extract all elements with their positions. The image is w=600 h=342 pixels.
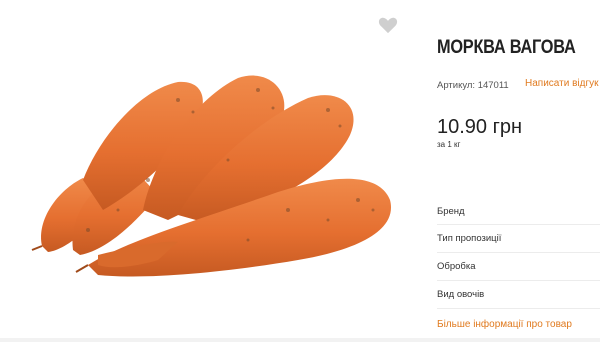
product-info-panel: МОРКВА ВАГОВА Артикул: 147011 Написати в… (437, 0, 600, 342)
product-image-area (0, 0, 410, 342)
write-review-link[interactable]: Написати відгук (525, 78, 598, 89)
heart-icon[interactable] (378, 16, 398, 34)
spec-row-vegetable-kind[interactable]: Вид овочів (437, 281, 600, 309)
price-unit: за 1 кг (437, 140, 461, 149)
spec-row-brand[interactable]: Бренд (437, 197, 600, 225)
more-info-link[interactable]: Більше інформації про товар (437, 319, 572, 330)
product-title: МОРКВА ВАГОВА (437, 37, 576, 58)
spec-row-processing[interactable]: Обробка (437, 253, 600, 281)
spec-row-offer-type[interactable]: Тип пропозиції (437, 225, 600, 253)
product-price: 10.90 грн (437, 116, 523, 138)
product-article: Артикул: 147011 (437, 80, 509, 91)
product-specs-list: Бренд Тип пропозиції Обробка Вид овочів (437, 197, 600, 309)
bottom-divider (0, 338, 600, 342)
carrots-product-image (31, 75, 392, 277)
